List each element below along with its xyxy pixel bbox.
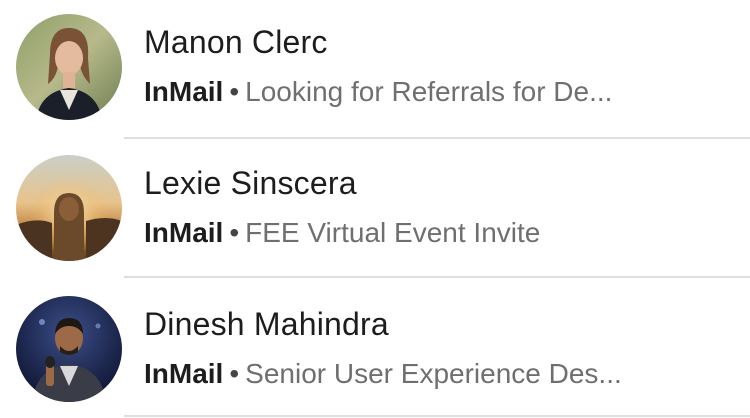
avatar[interactable] [16, 155, 122, 261]
avatar-photo [16, 296, 122, 402]
separator: • [229, 358, 240, 389]
message-preview: InMail • Senior User Experience Des... [144, 358, 734, 390]
inmail-tag: InMail [144, 358, 224, 389]
avatar[interactable] [16, 14, 122, 120]
separator: • [229, 76, 240, 107]
inmail-tag: InMail [144, 76, 224, 107]
avatar-photo [16, 155, 122, 261]
conversation-row[interactable]: Lexie Sinscera InMail • FEE Virtual Event … [0, 139, 750, 278]
message-preview: InMail • FEE Virtual Event Invite [144, 217, 734, 249]
conversation-list: Manon Clerc InMail • Looking for Referrals… [0, 0, 750, 418]
inmail-tag: InMail [144, 217, 224, 248]
message-preview: InMail • Looking for Referrals for De... [144, 76, 734, 108]
message-snippet: FEE Virtual Event Invite [245, 217, 541, 248]
conversation-row[interactable]: Manon Clerc InMail • Looking for Referrals… [0, 0, 750, 139]
contact-name: Manon Clerc [144, 24, 328, 60]
contact-name: Lexie Sinscera [144, 165, 357, 201]
message-snippet: Looking for Referrals for De... [245, 76, 613, 107]
conversation-row[interactable]: Dinesh Mahindra InMail • Senior User Exper… [0, 278, 750, 417]
avatar[interactable] [16, 296, 122, 402]
divider [124, 415, 750, 417]
message-snippet: Senior User Experience Des... [245, 358, 622, 389]
separator: • [229, 217, 240, 248]
contact-name: Dinesh Mahindra [144, 306, 389, 342]
avatar-photo [16, 14, 122, 120]
